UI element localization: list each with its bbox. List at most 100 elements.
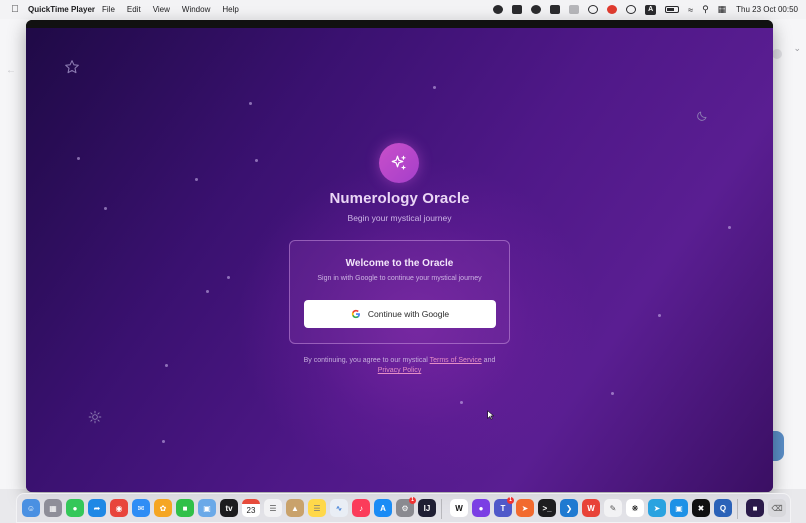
card-subtitle: Sign in with Google to continue your mys… (317, 275, 482, 282)
keynote-icon[interactable]: ▲ (286, 499, 304, 517)
calendar-day: 23 (246, 506, 256, 515)
menu-bar:  QuickTime Player File Edit View Window… (0, 0, 806, 19)
star-outline-icon (65, 60, 79, 74)
facetime-icon[interactable]: ■ (176, 499, 194, 517)
safari-icon[interactable]: ➦ (88, 499, 106, 517)
oracle-logo (379, 143, 419, 183)
status-app-icon-3[interactable] (531, 5, 542, 14)
sparkles-icon (391, 155, 406, 170)
star-dot (658, 314, 661, 317)
cloud-icon[interactable] (569, 5, 580, 14)
swift-playgrounds-icon[interactable]: ➤ (516, 499, 534, 517)
intellij-icon[interactable]: IJ (418, 499, 436, 517)
star-dot (433, 86, 436, 89)
music-icon[interactable]: ♪ (352, 499, 370, 517)
dock-separator (441, 499, 442, 519)
star-dot (728, 226, 731, 229)
freeform-icon[interactable]: ∿ (330, 499, 348, 517)
launchpad-icon[interactable]: ▦ (44, 499, 62, 517)
terms-of-service-link[interactable]: Terms of Service (430, 357, 482, 364)
reminders-icon[interactable]: ☰ (264, 499, 282, 517)
quicktime-icon[interactable]: Q (714, 499, 732, 517)
notes-icon[interactable]: ☰ (308, 499, 326, 517)
window-titlebar[interactable] (26, 20, 773, 28)
chevron-down-icon[interactable]: ⌄ (793, 43, 801, 54)
photos-icon[interactable]: ✿ (154, 499, 172, 517)
menu-file[interactable]: File (102, 5, 115, 14)
star-dot (227, 276, 230, 279)
status-app-icon-4[interactable] (550, 5, 561, 14)
video-stage: Numerology Oracle Begin your mystical jo… (26, 28, 773, 492)
status-app-icon-1[interactable] (493, 5, 504, 14)
wps-office-icon[interactable]: W (582, 499, 600, 517)
menu-app-name[interactable]: QuickTime Player (28, 5, 95, 14)
messenger-icon[interactable]: ● (472, 499, 490, 517)
finder-icon[interactable]: ☺ (22, 499, 40, 517)
apple-tv-icon[interactable]: tv (220, 499, 238, 517)
sun-icon (88, 410, 102, 424)
star-dot (77, 157, 80, 160)
dock: ☺ ▦ ● ➦ ◉ ✉ ✿ ■ ▣ tv 23 ☰ ▲ ☰ ∿ ♪ A ⚙ 1 … (16, 493, 791, 523)
card-title: Welcome to the Oracle (345, 258, 454, 269)
recent-window-icon[interactable]: ■ (746, 499, 764, 517)
quicktime-window: Numerology Oracle Begin your mystical jo… (26, 20, 773, 492)
sign-in-card: Welcome to the Oracle Sign in with Googl… (289, 240, 510, 344)
messages-icon[interactable]: ● (66, 499, 84, 517)
status-app-icon-5[interactable] (588, 5, 599, 14)
menu-view[interactable]: View (153, 5, 170, 14)
back-arrow-icon[interactable]: ← (6, 65, 16, 76)
legal-conjunction: and (483, 357, 496, 364)
menu-edit[interactable]: Edit (127, 5, 141, 14)
calendar-icon[interactable]: 23 (242, 499, 260, 517)
mail-icon[interactable]: ✉ (132, 499, 150, 517)
preview-icon[interactable]: ▣ (198, 499, 216, 517)
teams-icon[interactable]: T 1 (494, 497, 514, 517)
battery-icon[interactable] (665, 6, 680, 13)
chrome-icon[interactable]: ◉ (110, 499, 128, 517)
star-dot (165, 364, 168, 367)
spotlight-search-icon[interactable]: ⚲ (702, 4, 709, 15)
menu-window[interactable]: Window (182, 5, 210, 14)
moon-icon (697, 111, 707, 121)
google-logo-icon (351, 309, 360, 319)
app-store-icon[interactable]: A (374, 499, 392, 517)
app-title: Numerology Oracle (329, 190, 470, 207)
legal-prefix: By continuing, you agree to our mystical (303, 357, 428, 364)
menu-help[interactable]: Help (222, 5, 238, 14)
play-icon[interactable] (626, 5, 637, 14)
docker-icon[interactable]: ▣ (670, 499, 688, 517)
calendar-header (242, 499, 260, 504)
settings-badge: 1 (409, 497, 416, 504)
mouse-cursor-icon (487, 410, 494, 420)
terminal-icon[interactable]: >_ (538, 499, 556, 517)
chatgpt-icon[interactable]: ❋ (626, 499, 644, 517)
legal-notice: By continuing, you agree to our mystical… (289, 356, 510, 376)
background-window-button[interactable] (772, 431, 784, 461)
privacy-policy-link[interactable]: Privacy Policy (378, 367, 422, 374)
star-dot (460, 401, 463, 404)
status-area: A ≈ ⚲ ▦ Thu 23 Oct 00:50 (484, 0, 798, 19)
wispr-icon[interactable]: W (450, 499, 468, 517)
background-window-control (772, 49, 782, 59)
system-settings-icon[interactable]: ⚙ 1 (396, 497, 416, 517)
status-app-icon-6[interactable] (607, 5, 618, 14)
wifi-icon[interactable]: ≈ (688, 5, 693, 15)
dock-separator (737, 499, 738, 519)
textedit-icon[interactable]: ✎ (604, 499, 622, 517)
menu-clock[interactable]: Thu 23 Oct 00:50 (736, 5, 798, 14)
star-dot (104, 207, 107, 210)
telegram-icon[interactable]: ➤ (648, 499, 666, 517)
trash-icon[interactable]: ⌫ (768, 499, 786, 517)
star-dot (255, 159, 258, 162)
apple-menu-icon[interactable]:  (6, 4, 24, 15)
google-button-label: Continue with Google (367, 309, 450, 319)
control-center-icon[interactable]: ▦ (718, 4, 727, 15)
continue-with-google-button[interactable]: Continue with Google (304, 300, 496, 328)
app-subtitle: Begin your mystical journey (347, 213, 452, 223)
teams-badge: 1 (507, 497, 514, 504)
input-source-icon[interactable]: A (645, 4, 657, 15)
capcut-icon[interactable]: ✖ (692, 499, 710, 517)
status-app-icon-2[interactable] (512, 5, 523, 14)
vscode-icon[interactable]: ❯ (560, 499, 578, 517)
star-dot (249, 102, 252, 105)
